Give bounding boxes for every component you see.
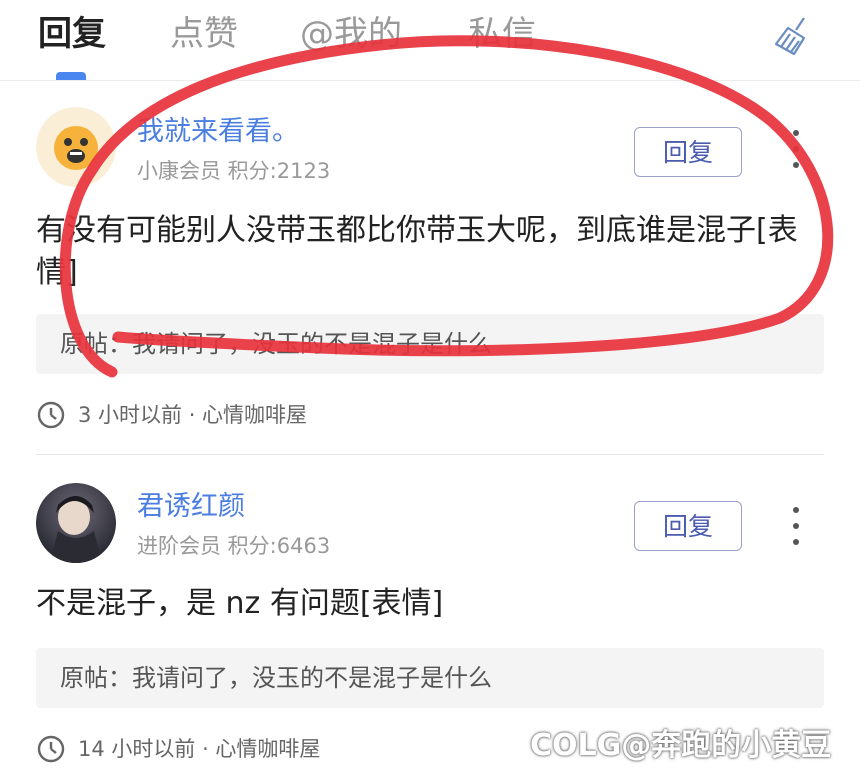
username[interactable]: 我就来看看。 xyxy=(137,114,299,150)
more-options-icon[interactable] xyxy=(784,128,808,172)
anime-avatar-icon xyxy=(36,483,116,563)
user-meta: 小康会员 积分:2123 xyxy=(137,159,331,183)
tab-mentions[interactable]: @我的 xyxy=(300,12,402,56)
avatar[interactable] xyxy=(36,483,116,563)
time-text: 3 小时以前 · 心情咖啡屋 xyxy=(78,403,308,427)
reply-button[interactable]: 回复 xyxy=(634,127,742,177)
tab-messages[interactable]: 私信 xyxy=(468,12,536,56)
username[interactable]: 君诱红颜 xyxy=(137,489,245,525)
reply-content: 不是混子，是 nz 有问题[表情] xyxy=(36,586,444,621)
original-post-quote[interactable]: 原帖：我请问了，没玉的不是混子是什么 xyxy=(36,648,824,708)
broom-icon[interactable] xyxy=(770,14,816,58)
divider xyxy=(36,454,824,455)
reply-content: 有没有可能别人没带玉都比你带玉大呢，到底谁是混子[表情] xyxy=(36,213,798,290)
reply-button[interactable]: 回复 xyxy=(634,501,742,551)
active-tab-indicator xyxy=(56,72,86,80)
original-post-quote[interactable]: 原帖：我请问了，没玉的不是混子是什么 xyxy=(36,314,824,374)
clock-icon xyxy=(37,401,65,429)
avatar[interactable] xyxy=(36,107,116,187)
tab-bar: 回复 点赞 @我的 私信 xyxy=(0,0,860,81)
time-text: 14 小时以前 · 心情咖啡屋 xyxy=(78,737,321,761)
watermark: COLG@奔跑的小黄豆 xyxy=(530,728,832,763)
tab-replies[interactable]: 回复 xyxy=(38,12,106,56)
user-meta: 进阶会员 积分:6463 xyxy=(137,534,331,558)
emoji-avatar-icon xyxy=(36,107,116,187)
more-options-icon[interactable] xyxy=(784,505,808,549)
tab-likes[interactable]: 点赞 xyxy=(170,12,238,56)
clock-icon xyxy=(37,735,65,763)
